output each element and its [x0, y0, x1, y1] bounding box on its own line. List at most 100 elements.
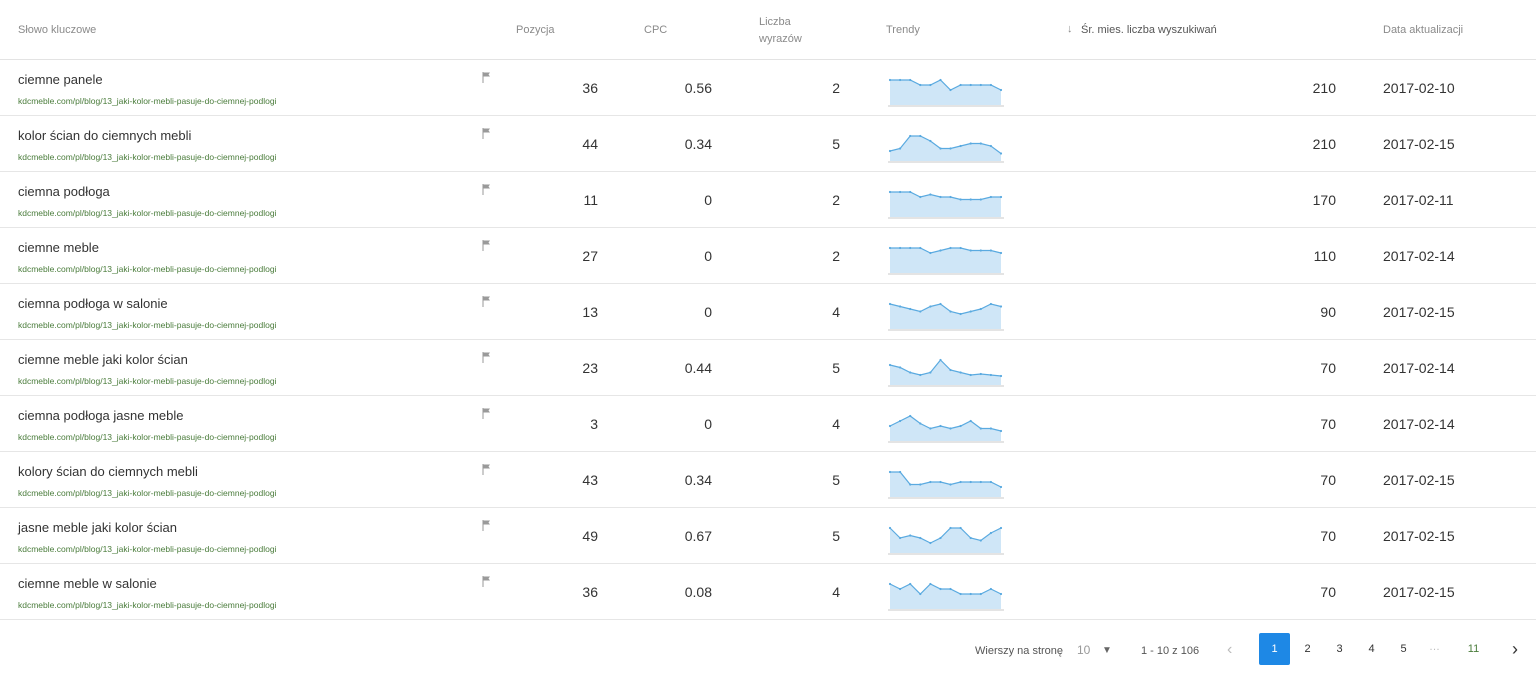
word-count-value: 4: [832, 416, 840, 432]
keyword-text[interactable]: ciemne panele: [18, 72, 103, 87]
trend-point: [888, 246, 892, 250]
table-header: Słowo kluczowe Pozycja CPC Liczba wyrazó…: [0, 0, 1536, 60]
trend-point: [969, 310, 972, 313]
table-row[interactable]: ciemne meble w salonie kdcmeble.com/pl/bl…: [0, 564, 1536, 620]
flag-icon[interactable]: [482, 240, 491, 251]
cpc-value: 0: [704, 304, 712, 320]
table-row[interactable]: ciemna podłoga kdcmeble.com/pl/blog/13_ja…: [0, 172, 1536, 228]
arrow-down-icon[interactable]: ↓: [1067, 23, 1073, 35]
trend-point: [939, 302, 942, 306]
trend-area: [890, 528, 1001, 553]
trend-point: [899, 419, 902, 423]
chevron-left-icon[interactable]: ‹: [1227, 641, 1232, 659]
table-row[interactable]: jasne meble jaki kolor ścian kdcmeble.com…: [0, 508, 1536, 564]
trend-point: [899, 366, 902, 369]
keyword-url[interactable]: kdcmeble.com/pl/blog/13_jaki-kolor-mebli…: [18, 320, 276, 330]
keyword-url[interactable]: kdcmeble.com/pl/blog/13_jaki-kolor-mebli…: [18, 96, 276, 106]
keyword-url[interactable]: kdcmeble.com/pl/blog/13_jaki-kolor-mebli…: [18, 152, 276, 162]
trend-point: [899, 147, 902, 150]
table-row[interactable]: kolory ścian do ciemnych mebli kdcmeble.c…: [0, 452, 1536, 508]
keyword-text[interactable]: kolor ścian do ciemnych mebli: [18, 128, 191, 143]
keyword-text[interactable]: kolory ścian do ciemnych mebli: [18, 464, 198, 479]
rows-per-page-select[interactable]: 10: [1077, 643, 1090, 657]
keyword-text[interactable]: ciemna podłoga jasne meble: [18, 408, 184, 423]
keyword-url[interactable]: kdcmeble.com/pl/blog/13_jaki-kolor-mebli…: [18, 264, 276, 274]
page-button-5[interactable]: 5: [1388, 633, 1419, 665]
flag-icon[interactable]: [482, 408, 491, 419]
table-row[interactable]: ciemne panele kdcmeble.com/pl/blog/13_jak…: [0, 60, 1536, 116]
position-value: 11: [583, 192, 598, 208]
page-button-1[interactable]: 1: [1259, 633, 1290, 665]
trend-point: [989, 480, 992, 484]
table-row[interactable]: kolor ścian do ciemnych mebli kdcmeble.co…: [0, 116, 1536, 172]
keyword-url[interactable]: kdcmeble.com/pl/blog/13_jaki-kolor-mebli…: [18, 600, 276, 610]
page-button-last[interactable]: 11: [1458, 633, 1489, 665]
page-button-2[interactable]: 2: [1292, 633, 1323, 665]
word-count-value: 2: [832, 80, 840, 96]
column-words-line2[interactable]: wyrazów: [759, 31, 802, 47]
table-row[interactable]: ciemne meble jaki kolor ścian kdcmeble.co…: [0, 340, 1536, 396]
column-trends[interactable]: Trendy: [886, 22, 920, 38]
trend-point: [888, 190, 892, 194]
keyword-url[interactable]: kdcmeble.com/pl/blog/13_jaki-kolor-mebli…: [18, 432, 276, 442]
search-volume-value: 210: [1312, 136, 1336, 152]
page-button-3[interactable]: 3: [1324, 633, 1355, 665]
dropdown-caret-icon[interactable]: ▼: [1102, 645, 1112, 656]
word-count-value: 5: [832, 360, 840, 376]
keyword-text[interactable]: ciemne meble jaki kolor ścian: [18, 352, 188, 367]
flag-icon[interactable]: [482, 576, 491, 587]
trend-point: [919, 422, 922, 425]
trend-point: [999, 152, 1003, 155]
keyword-url[interactable]: kdcmeble.com/pl/blog/13_jaki-kolor-mebli…: [18, 376, 276, 386]
column-cpc[interactable]: CPC: [644, 22, 667, 38]
trend-point: [999, 592, 1003, 596]
table-row[interactable]: ciemna podłoga w salonie kdcmeble.com/pl/…: [0, 284, 1536, 340]
trend-point: [949, 526, 952, 530]
keyword-text[interactable]: ciemna podłoga w salonie: [18, 296, 168, 311]
trend-point: [989, 195, 992, 199]
flag-icon[interactable]: [482, 128, 491, 139]
keyword-url[interactable]: kdcmeble.com/pl/blog/13_jaki-kolor-mebli…: [18, 208, 276, 218]
position-value: 43: [582, 472, 598, 488]
flag-icon[interactable]: [482, 520, 491, 531]
flag-icon[interactable]: [482, 296, 491, 307]
keyword-text[interactable]: jasne meble jaki kolor ścian: [18, 520, 177, 535]
page-button-4[interactable]: 4: [1356, 633, 1387, 665]
trend-point: [959, 592, 962, 596]
flag-icon[interactable]: [482, 352, 491, 363]
flag-icon[interactable]: [482, 464, 491, 475]
column-volume[interactable]: Śr. mies. liczba wyszukiwań: [1081, 22, 1217, 38]
trend-point: [919, 83, 922, 87]
column-date[interactable]: Data aktualizacji: [1383, 22, 1463, 38]
trend-point: [929, 371, 932, 374]
column-position[interactable]: Pozycja: [516, 22, 555, 38]
flag-icon[interactable]: [482, 72, 491, 83]
keyword-text[interactable]: ciemne meble: [18, 240, 99, 255]
column-keyword[interactable]: Słowo kluczowe: [18, 22, 96, 38]
chevron-right-icon[interactable]: ›: [1512, 639, 1518, 660]
trend-point: [888, 582, 892, 586]
search-volume-value: 70: [1320, 360, 1336, 376]
flag-icon[interactable]: [482, 184, 491, 195]
search-volume-value: 70: [1320, 472, 1336, 488]
column-words-line1[interactable]: Liczba: [759, 14, 791, 30]
trend-point: [979, 198, 982, 201]
keyword-url[interactable]: kdcmeble.com/pl/blog/13_jaki-kolor-mebli…: [18, 544, 276, 554]
trend-point: [929, 427, 932, 430]
trend-point: [939, 78, 942, 82]
trend-point: [888, 78, 892, 82]
trend-point: [888, 302, 892, 306]
trend-point: [929, 305, 932, 308]
keyword-url[interactable]: kdcmeble.com/pl/blog/13_jaki-kolor-mebli…: [18, 488, 276, 498]
trend-point: [899, 78, 902, 82]
trend-point: [899, 470, 902, 474]
trend-point: [979, 83, 982, 87]
keyword-text[interactable]: ciemne meble w salonie: [18, 576, 157, 591]
trend-point: [949, 246, 952, 250]
table-row[interactable]: ciemna podłoga jasne meble kdcmeble.com/p…: [0, 396, 1536, 452]
trend-point: [989, 144, 992, 148]
table-row[interactable]: ciemne meble kdcmeble.com/pl/blog/13_jaki…: [0, 228, 1536, 284]
keyword-text[interactable]: ciemna podłoga: [18, 184, 110, 199]
trend-point: [989, 249, 992, 252]
trend-point: [909, 582, 912, 586]
